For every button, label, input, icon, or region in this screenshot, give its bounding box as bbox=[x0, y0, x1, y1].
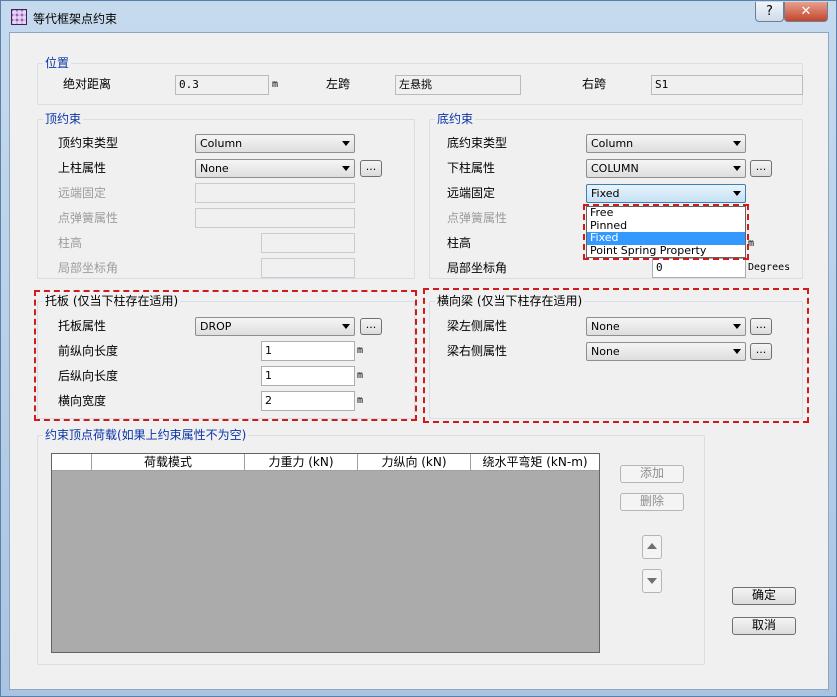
upper-column-browse-button[interactable]: ... bbox=[360, 160, 382, 177]
right-span-field[interactable]: S1 bbox=[651, 75, 803, 95]
bottom-local-axis-field[interactable]: 0 bbox=[652, 258, 746, 278]
ok-button[interactable]: 确定 bbox=[732, 587, 796, 605]
right-span-label: 右跨 bbox=[582, 77, 607, 91]
col-longitudinal-force[interactable]: 力纵向 (kN) bbox=[358, 454, 471, 471]
left-span-label: 左跨 bbox=[326, 77, 351, 91]
delete-button[interactable]: 删除 bbox=[620, 493, 684, 511]
top-far-fixed-label: 远端固定 bbox=[58, 186, 107, 200]
col-gravity-force[interactable]: 力重力 (kN) bbox=[245, 454, 358, 471]
top-column-height-label: 柱高 bbox=[58, 236, 83, 250]
bottom-local-axis-unit: Degrees bbox=[748, 262, 791, 273]
loads-grid-header: 荷载模式 力重力 (kN) 力纵向 (kN) 绕水平弯矩 (kN-m) bbox=[52, 454, 599, 471]
upper-column-value: None bbox=[200, 162, 229, 175]
add-button[interactable]: 添加 bbox=[620, 465, 684, 483]
bottom-far-fixed-select[interactable]: Fixed bbox=[586, 184, 746, 203]
lower-column-select[interactable]: COLUMN bbox=[586, 159, 746, 178]
left-span-field[interactable]: 左悬挑 bbox=[395, 75, 521, 95]
move-down-button[interactable] bbox=[642, 569, 662, 593]
chevron-down-icon bbox=[733, 166, 741, 171]
option-fixed[interactable]: Fixed bbox=[587, 231, 745, 245]
top-type-label: 顶约束类型 bbox=[58, 136, 119, 150]
top-local-axis-field bbox=[261, 258, 355, 278]
bottom-far-fixed-value: Fixed bbox=[591, 187, 620, 200]
top-constraint-title: 顶约束 bbox=[43, 111, 84, 127]
lower-column-browse-button[interactable]: ... bbox=[750, 160, 772, 177]
loads-grid[interactable]: 荷载模式 力重力 (kN) 力纵向 (kN) 绕水平弯矩 (kN-m) bbox=[51, 453, 600, 653]
bottom-column-height-label: 柱高 bbox=[447, 236, 472, 250]
top-local-axis-label: 局部坐标角 bbox=[58, 261, 119, 275]
col-load-pattern[interactable]: 荷载模式 bbox=[92, 454, 245, 471]
bottom-type-select[interactable]: Column bbox=[586, 134, 746, 153]
bottom-type-value: Column bbox=[591, 137, 634, 150]
bottom-spring-label: 点弹簧属性 bbox=[447, 211, 508, 225]
close-button[interactable]: ✕ bbox=[784, 2, 828, 22]
top-spring-field bbox=[195, 208, 355, 228]
top-type-select[interactable]: Column bbox=[195, 134, 355, 153]
help-button[interactable]: ? bbox=[755, 2, 784, 22]
top-type-value: Column bbox=[200, 137, 243, 150]
lower-column-label: 下柱属性 bbox=[447, 161, 496, 175]
position-group-title: 位置 bbox=[43, 55, 72, 71]
bottom-local-axis-label: 局部坐标角 bbox=[447, 261, 508, 275]
top-far-fixed-field bbox=[195, 183, 355, 203]
chevron-down-icon bbox=[733, 191, 741, 196]
loads-group-title: 约束顶点荷载(如果上约束属性不为空) bbox=[43, 427, 249, 443]
bottom-far-fixed-label: 远端固定 bbox=[447, 186, 496, 200]
cancel-button[interactable]: 取消 bbox=[732, 617, 796, 635]
arrow-down-icon bbox=[647, 578, 657, 584]
dialog-window: 等代框架点约束 ? ✕ 位置 绝对距离 0.3 m 左跨 左悬挑 右跨 S1 顶… bbox=[0, 0, 837, 697]
window-title: 等代框架点约束 bbox=[33, 12, 118, 26]
grid-corner-cell bbox=[52, 454, 92, 471]
chevron-down-icon bbox=[342, 166, 350, 171]
dialog-client: 位置 绝对距离 0.3 m 左跨 左悬挑 右跨 S1 顶约束 顶约束类型 Col… bbox=[9, 32, 829, 690]
bottom-type-label: 底约束类型 bbox=[447, 136, 508, 150]
transverse-beam-highlight bbox=[423, 288, 809, 423]
abs-distance-field[interactable]: 0.3 bbox=[175, 75, 269, 95]
upper-column-select[interactable]: None bbox=[195, 159, 355, 178]
option-point-spring[interactable]: Point Spring Property bbox=[587, 244, 745, 258]
move-up-button[interactable] bbox=[642, 535, 662, 559]
arrow-up-icon bbox=[647, 543, 657, 549]
upper-column-label: 上柱属性 bbox=[58, 161, 107, 175]
abs-distance-unit: m bbox=[272, 79, 279, 90]
chevron-down-icon bbox=[342, 141, 350, 146]
col-horizontal-moment[interactable]: 绕水平弯矩 (kN-m) bbox=[471, 454, 599, 471]
top-spring-label: 点弹簧属性 bbox=[58, 211, 119, 225]
drop-panel-highlight bbox=[34, 290, 417, 421]
top-column-height-field bbox=[261, 233, 355, 253]
far-fixed-dropdown-list[interactable]: Free Pinned Fixed Point Spring Property bbox=[586, 206, 746, 258]
option-free[interactable]: Free bbox=[587, 206, 745, 220]
chevron-down-icon bbox=[733, 141, 741, 146]
lower-column-value: COLUMN bbox=[591, 162, 639, 175]
bottom-constraint-title: 底约束 bbox=[435, 111, 476, 127]
abs-distance-label: 绝对距离 bbox=[63, 77, 112, 91]
app-icon bbox=[11, 9, 27, 25]
title-bar: 等代框架点约束 ? ✕ bbox=[1, 1, 836, 31]
